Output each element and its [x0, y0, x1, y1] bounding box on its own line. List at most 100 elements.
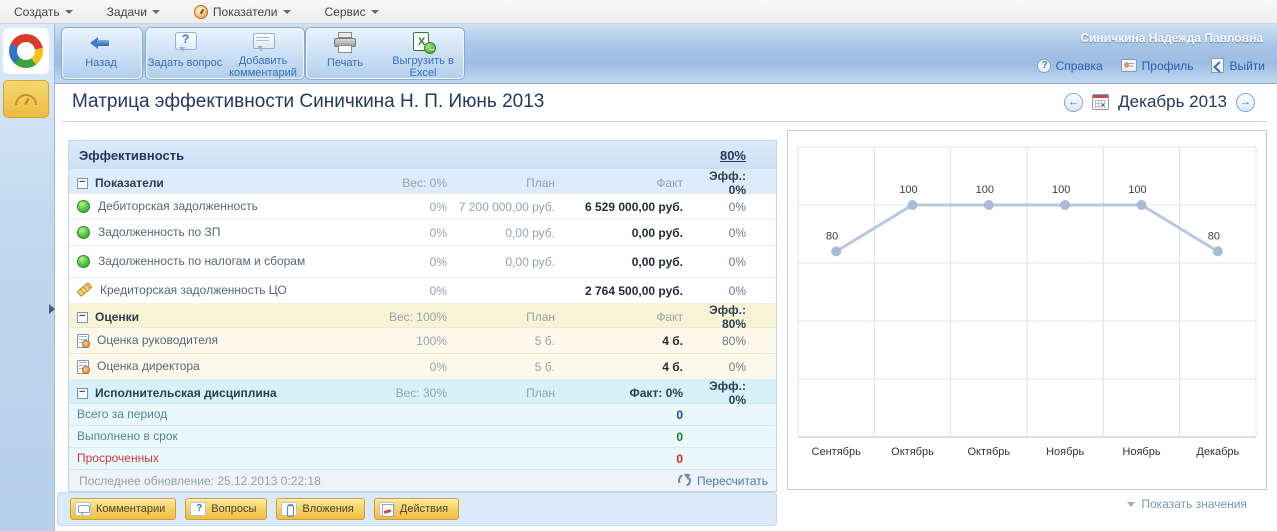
menu-indicators[interactable]: Показатели: [194, 5, 291, 19]
previous-period-button[interactable]: [1064, 93, 1083, 112]
report-person-icon: [77, 360, 89, 374]
profile-link[interactable]: Профиль: [1121, 59, 1194, 73]
add-comment-button[interactable]: Добавить комментарий: [224, 28, 302, 79]
section-weight: Вес: 0%: [369, 176, 447, 190]
logout-label: Выйти: [1229, 59, 1265, 73]
comment-icon: [75, 502, 91, 516]
report-person-icon: [77, 334, 89, 348]
back-button-label: Назад: [85, 57, 117, 69]
row-fact: 4 б.: [559, 360, 689, 374]
recalculate-link[interactable]: Пересчитать: [677, 473, 768, 488]
ask-question-button[interactable]: Задать вопрос: [146, 28, 224, 79]
next-period-button[interactable]: [1236, 93, 1255, 112]
print-button[interactable]: Печать: [306, 28, 384, 79]
refresh-icon: [677, 473, 692, 488]
svg-text:Ноябрь: Ноябрь: [1046, 446, 1084, 458]
question-bubble-icon: [172, 31, 198, 55]
col-fact-header: Факт: [559, 310, 689, 324]
gauge-icon: [15, 94, 37, 105]
section-row-discipline: Исполнительская дисциплина Вес: 30% План…: [69, 379, 776, 403]
svg-text:Декабрь: Декабрь: [1196, 446, 1239, 458]
comments-button[interactable]: Комментарии: [70, 498, 176, 520]
menu-service[interactable]: Сервис: [325, 5, 379, 19]
green-status-icon: [77, 226, 90, 239]
row-fact: 0,00 руб.: [559, 255, 689, 269]
svg-text:100: 100: [976, 184, 994, 196]
collapse-icon[interactable]: [77, 312, 88, 323]
ruler-icon: [77, 282, 93, 297]
row-label: Просроченных: [69, 452, 369, 465]
app-logo[interactable]: [3, 28, 49, 74]
row-plan: 0,00 руб.: [447, 226, 559, 240]
efficiency-total-link[interactable]: 80%: [720, 148, 746, 163]
attachments-label: Вложения: [302, 503, 354, 515]
print-label: Печать: [327, 57, 363, 69]
bottom-toolbar: Комментарии Вопросы Вложения Действия: [57, 492, 777, 526]
help-icon: [1037, 59, 1051, 73]
logo-ring-icon: [9, 34, 43, 68]
actions-label: Действия: [400, 503, 448, 515]
row-weight: 0%: [369, 255, 447, 269]
table-footer-row: Последнее обновление: 25.12.2013 0:22:18…: [69, 469, 776, 491]
row-value: 0: [559, 430, 689, 444]
questions-button[interactable]: Вопросы: [185, 498, 267, 520]
recalculate-label: Пересчитать: [697, 474, 768, 488]
actions-icon: [379, 502, 395, 516]
collapse-icon[interactable]: [77, 388, 88, 399]
row-plan: 5 б.: [447, 360, 559, 374]
row-eff: 80%: [689, 334, 776, 348]
svg-text:100: 100: [1052, 184, 1070, 196]
ask-question-label: Задать вопрос: [148, 57, 222, 69]
attachment-icon: [281, 502, 297, 516]
row-weight: 0%: [369, 284, 447, 298]
user-links: Справка Профиль Выйти: [1037, 58, 1265, 73]
table-row[interactable]: Оценка руководителя 100% 5 б. 4 б. 80%: [69, 327, 776, 353]
comments-label: Комментарии: [96, 503, 165, 515]
efficiency-chart: 80Сентябрь100Октябрь100Октябрь100Ноябрь1…: [787, 130, 1267, 490]
export-excel-label: Выгрузить в Excel: [384, 55, 462, 79]
table-row[interactable]: Задолженность по ЗП 0% 0,00 руб. 0,00 ру…: [69, 219, 776, 245]
excel-export-icon: [410, 31, 436, 53]
sidebar-expand-handle[interactable]: [49, 304, 55, 314]
actions-button[interactable]: Действия: [374, 498, 459, 520]
sidebar-item-matrix[interactable]: [3, 80, 49, 118]
menu-create[interactable]: Создать: [14, 5, 73, 19]
back-button[interactable]: Назад: [62, 28, 140, 79]
row-plan: 0,00 руб.: [447, 255, 559, 269]
row-eff: 0%: [689, 360, 776, 374]
svg-text:100: 100: [1128, 184, 1146, 196]
chevron-down-icon: [283, 10, 291, 14]
calendar-icon[interactable]: [1092, 94, 1109, 110]
row-eff: 0%: [689, 284, 776, 298]
toolbar-group-nav: Назад: [62, 28, 142, 79]
row-fact: 2 764 500,00 руб.: [559, 284, 689, 298]
table-row[interactable]: Оценка директора 0% 5 б. 4 б. 0%: [69, 353, 776, 379]
svg-text:80: 80: [1208, 230, 1220, 242]
row-plan: 7 200 000,00 руб.: [447, 200, 559, 214]
help-link[interactable]: Справка: [1037, 59, 1103, 73]
section-label: Показатели: [95, 177, 164, 190]
collapse-icon[interactable]: [77, 178, 88, 189]
row-label: Выполнено в срок: [69, 430, 369, 443]
table-row[interactable]: Дебиторская задолженность 0% 7 200 000,0…: [69, 193, 776, 219]
row-plan: 5 б.: [447, 334, 559, 348]
show-values-link[interactable]: Показать значения: [1127, 497, 1247, 511]
questions-label: Вопросы: [211, 503, 256, 515]
table-row[interactable]: Кредиторская задолженность ЦО 0% 2 764 5…: [69, 277, 776, 303]
table-row[interactable]: Задолженность по налогам и сборам 0% 0,0…: [69, 245, 776, 277]
table-row: Всего за период 0: [69, 403, 776, 425]
toolbar: Назад Задать вопрос Добавить комментарий…: [55, 24, 1277, 84]
row-eff: 0%: [689, 226, 776, 240]
gauge-icon: [194, 5, 208, 19]
attachments-button[interactable]: Вложения: [276, 498, 365, 520]
logout-link[interactable]: Выйти: [1211, 58, 1265, 73]
row-weight: 0%: [369, 200, 447, 214]
table-row: Просроченных 0: [69, 447, 776, 469]
col-plan-header: План: [447, 386, 559, 400]
menu-tasks[interactable]: Задачи: [107, 5, 160, 19]
row-label: Всего за период: [69, 408, 369, 421]
chevron-down-icon: [152, 10, 160, 14]
row-weight: 0%: [369, 226, 447, 240]
export-excel-button[interactable]: Выгрузить в Excel: [384, 28, 462, 79]
col-plan-header: План: [447, 310, 559, 324]
